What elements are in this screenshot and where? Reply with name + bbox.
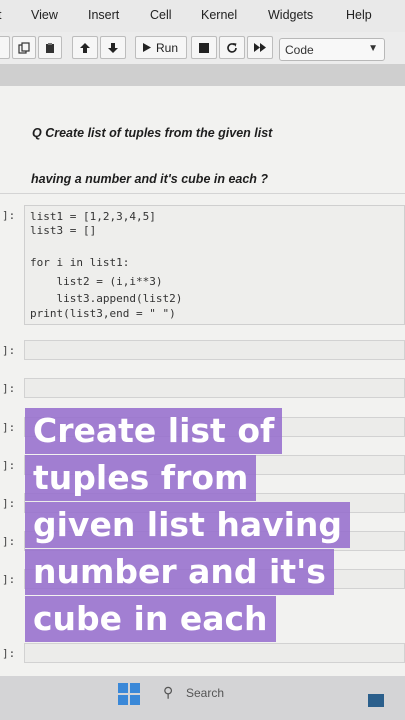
fast-forward-icon bbox=[253, 43, 266, 52]
copy-icon bbox=[18, 41, 30, 54]
restart-run-all-button[interactable] bbox=[247, 36, 273, 59]
empty-code-cell[interactable] bbox=[24, 340, 405, 360]
menu-item-insert[interactable]: Insert bbox=[88, 8, 119, 22]
taskbar: ⚲ Search bbox=[0, 676, 405, 720]
menu-item-kernel[interactable]: Kernel bbox=[201, 8, 237, 22]
tray-app-icon[interactable] bbox=[368, 694, 384, 707]
code-line: for i in list1: bbox=[30, 256, 130, 269]
menu-bar: t View Insert Cell Kernel Widgets Help bbox=[0, 0, 405, 32]
toolbar: Run Code ▼ bbox=[0, 32, 405, 65]
move-up-button[interactable] bbox=[72, 36, 98, 59]
caption-line: given list having bbox=[25, 502, 351, 548]
move-up-icon bbox=[80, 42, 90, 53]
code-line: list1 = [1,2,3,4,5] bbox=[30, 210, 156, 223]
code-cell[interactable]: list1 = [1,2,3,4,5] list3 = [] for i in … bbox=[24, 205, 405, 325]
empty-cell-prompt: ]: bbox=[2, 344, 16, 357]
chevron-down-icon: ▼ bbox=[368, 43, 378, 54]
cell-divider bbox=[0, 193, 405, 194]
paste-icon bbox=[46, 42, 54, 53]
menu-item-file[interactable]: t bbox=[0, 8, 1, 22]
taskbar-search-label[interactable]: Search bbox=[186, 686, 224, 700]
code-line: print(list3,end = " ") bbox=[30, 307, 176, 320]
restart-icon bbox=[227, 42, 237, 53]
move-down-button[interactable] bbox=[100, 36, 126, 59]
menu-item-widgets[interactable]: Widgets bbox=[268, 8, 313, 22]
stop-icon bbox=[199, 42, 209, 53]
code-line: list3.append(list2) bbox=[30, 292, 183, 305]
copy-button[interactable] bbox=[12, 36, 36, 59]
search-icon[interactable]: ⚲ bbox=[163, 684, 173, 701]
code-line: list2 = (i,i**3) bbox=[30, 275, 163, 288]
move-down-icon bbox=[108, 42, 118, 53]
windows-start-icon[interactable] bbox=[118, 683, 140, 705]
caption-line: cube in each bbox=[25, 596, 276, 642]
caption-line: tuples from bbox=[25, 455, 257, 501]
toolbar-divider bbox=[0, 64, 405, 86]
menu-item-cell[interactable]: Cell bbox=[150, 8, 172, 22]
empty-cell-prompt: ]: bbox=[2, 382, 16, 395]
empty-cell-prompt: ]: bbox=[2, 535, 16, 548]
menu-item-view[interactable]: View bbox=[31, 8, 58, 22]
paste-button[interactable] bbox=[38, 36, 62, 59]
empty-code-cell[interactable] bbox=[24, 643, 405, 663]
markdown-question-line2: having a number and it's cube in each ? bbox=[31, 172, 269, 186]
run-icon bbox=[143, 43, 151, 52]
cell-type-value: Code bbox=[285, 42, 314, 57]
cell-type-select[interactable]: Code ▼ bbox=[279, 38, 385, 61]
empty-code-cell[interactable] bbox=[24, 378, 405, 398]
caption-line: number and it's bbox=[25, 549, 334, 595]
empty-cell-prompt: ]: bbox=[2, 573, 16, 586]
restart-button[interactable] bbox=[219, 36, 245, 59]
empty-cell-prompt: ]: bbox=[2, 421, 16, 434]
caption-line: Create list of bbox=[25, 408, 283, 454]
markdown-question-line1: Q Create list of tuples from the given l… bbox=[32, 126, 273, 140]
code-cell-prompt: ]: bbox=[2, 209, 16, 222]
empty-cell-prompt: ]: bbox=[2, 647, 16, 660]
toolbar-button-partial[interactable] bbox=[0, 36, 10, 59]
empty-cell-prompt: ]: bbox=[2, 459, 16, 472]
interrupt-button[interactable] bbox=[191, 36, 217, 59]
run-button[interactable]: Run bbox=[135, 36, 187, 59]
code-line: list3 = [] bbox=[30, 224, 97, 237]
menu-item-help[interactable]: Help bbox=[346, 8, 372, 22]
run-label: Run bbox=[156, 40, 179, 55]
empty-cell-prompt: ]: bbox=[2, 497, 16, 510]
